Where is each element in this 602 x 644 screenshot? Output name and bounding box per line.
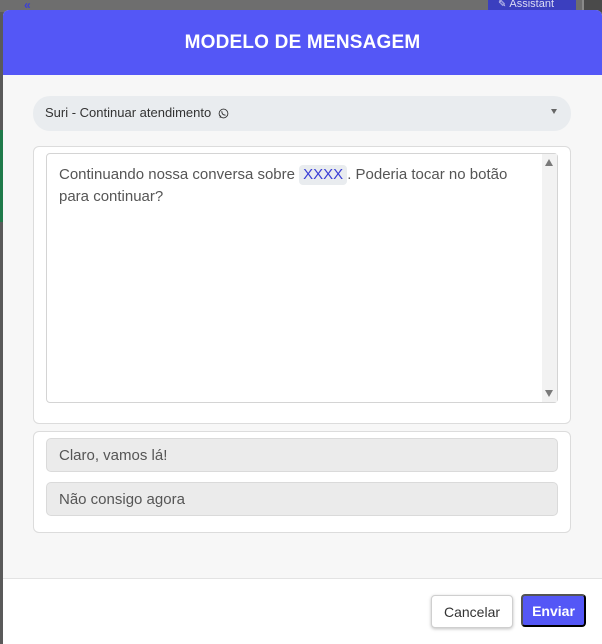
message-variable-chip[interactable]: XXXX: [299, 165, 348, 185]
double-chevron-left-icon[interactable]: «: [24, 0, 31, 11]
message-card: Continuando nossa conversa sobre XXXX. P…: [33, 146, 571, 424]
scroll-down-arrow-icon[interactable]: [545, 390, 553, 397]
quick-reply-button[interactable]: Não consigo agora: [46, 482, 558, 516]
message-editor[interactable]: Continuando nossa conversa sobre XXXX. P…: [46, 153, 558, 403]
template-select-label: Suri - Continuar atendimento: [45, 105, 212, 120]
whatsapp-icon: [218, 107, 229, 122]
chevron-down-icon: [551, 109, 557, 114]
editor-scrollbar[interactable]: [542, 154, 557, 402]
message-text: Continuando nossa conversa sobre XXXX. P…: [59, 164, 521, 208]
modal-footer: Cancelar Enviar: [3, 579, 602, 644]
modal-body: Suri - Continuar atendimento Continuando…: [3, 75, 602, 579]
template-select[interactable]: Suri - Continuar atendimento: [33, 96, 571, 131]
quick-replies-card: Claro, vamos lá! Não consigo agora: [33, 431, 571, 533]
send-button[interactable]: Enviar: [521, 594, 586, 627]
quick-reply-button[interactable]: Claro, vamos lá!: [46, 438, 558, 472]
scroll-up-arrow-icon[interactable]: [545, 159, 553, 166]
message-template-modal: MODELO DE MENSAGEM Suri - Continuar aten…: [3, 10, 602, 644]
message-text-before: Continuando nossa conversa sobre: [59, 166, 300, 183]
modal-header: MODELO DE MENSAGEM: [3, 10, 602, 75]
assistant-label: Assistant: [509, 0, 555, 10]
magic-wand-icon: ✎: [498, 0, 507, 10]
modal-title: MODELO DE MENSAGEM: [184, 31, 421, 53]
cancel-button[interactable]: Cancelar: [431, 595, 513, 628]
template-select-value: Suri - Continuar atendimento: [45, 105, 229, 122]
